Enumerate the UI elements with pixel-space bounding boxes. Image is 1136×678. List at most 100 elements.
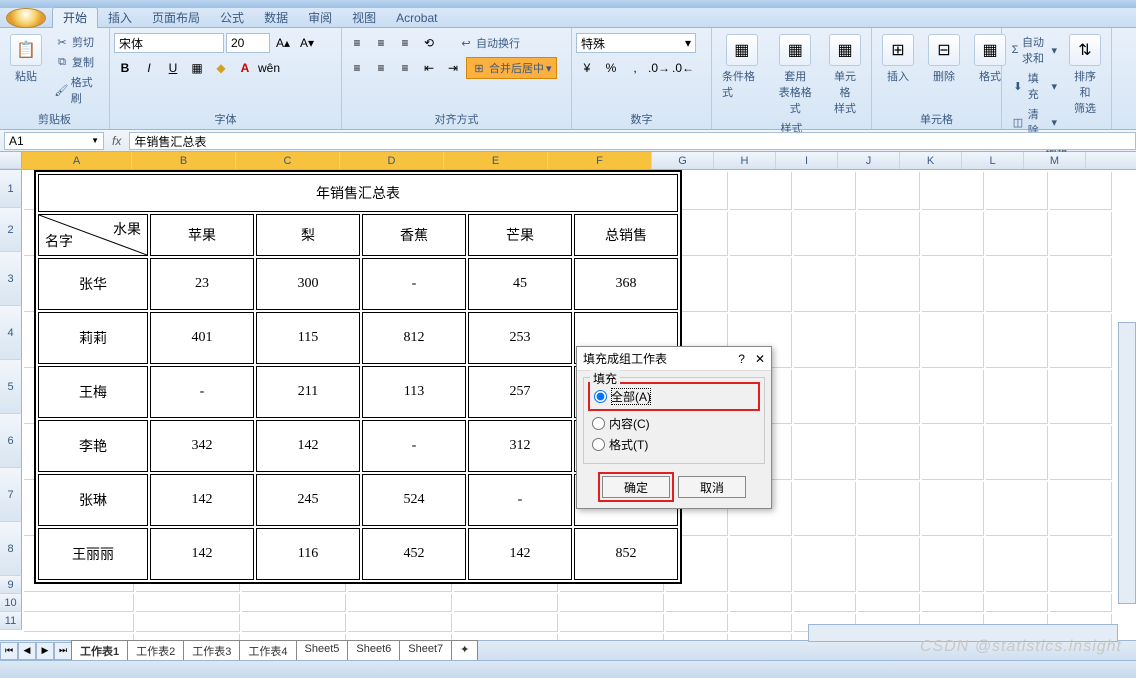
row-name-cell[interactable]: 王丽丽 (38, 528, 148, 580)
font-size-combo[interactable]: 20 (226, 33, 270, 53)
row-header-8[interactable]: 8 (0, 522, 22, 576)
data-cell[interactable]: 113 (362, 366, 466, 418)
col-header-F[interactable]: F (548, 152, 652, 169)
sheet-tab-Sheet7[interactable]: Sheet7 (399, 640, 452, 661)
percent-icon[interactable]: % (600, 58, 622, 78)
underline-button[interactable]: U (162, 58, 184, 78)
data-cell[interactable]: - (362, 420, 466, 472)
row-name-cell[interactable]: 李艳 (38, 420, 148, 472)
data-cell[interactable]: 452 (362, 528, 466, 580)
data-cell[interactable]: 142 (150, 474, 254, 526)
border-button[interactable]: ▦ (186, 58, 208, 78)
col-header-cell[interactable]: 芒果 (468, 214, 572, 256)
merge-center-button[interactable]: ⊞合并后居中▾ (466, 57, 557, 79)
col-header-J[interactable]: J (838, 152, 900, 169)
data-cell[interactable]: 812 (362, 312, 466, 364)
col-header-B[interactable]: B (132, 152, 236, 169)
row-header-11[interactable]: 11 (0, 612, 22, 630)
row-name-cell[interactable]: 张华 (38, 258, 148, 310)
ok-button[interactable]: 确定 (602, 476, 670, 498)
row-header-6[interactable]: 6 (0, 414, 22, 468)
conditional-format-button[interactable]: ▦条件格式 (716, 32, 768, 102)
orientation-icon[interactable]: ⟲ (418, 33, 440, 53)
align-right-icon[interactable]: ≡ (394, 58, 416, 78)
data-cell[interactable]: 245 (256, 474, 360, 526)
tab-公式[interactable]: 公式 (210, 8, 254, 28)
col-header-E[interactable]: E (444, 152, 548, 169)
align-top-icon[interactable]: ≡ (346, 33, 368, 53)
decrease-decimal-icon[interactable]: .0← (672, 58, 694, 78)
sheet-tab-Sheet6[interactable]: Sheet6 (347, 640, 400, 661)
tab-nav-prev[interactable]: ◀ (18, 642, 36, 660)
tab-审阅[interactable]: 审阅 (298, 8, 342, 28)
col-header-cell[interactable]: 总销售 (574, 214, 678, 256)
row-header-10[interactable]: 10 (0, 594, 22, 612)
office-button[interactable] (6, 8, 46, 28)
increase-font-icon[interactable]: A▴ (272, 33, 294, 53)
row-name-cell[interactable]: 莉莉 (38, 312, 148, 364)
data-cell[interactable]: 116 (256, 528, 360, 580)
row-header-5[interactable]: 5 (0, 360, 22, 414)
data-cell[interactable]: 852 (574, 528, 678, 580)
tab-Acrobat[interactable]: Acrobat (386, 8, 447, 28)
data-cell[interactable]: - (362, 258, 466, 310)
font-color-button[interactable]: A (234, 58, 256, 78)
new-sheet-tab[interactable]: ✦ (451, 640, 478, 661)
align-center-icon[interactable]: ≡ (370, 58, 392, 78)
increase-decimal-icon[interactable]: .0→ (648, 58, 670, 78)
data-cell[interactable]: 142 (256, 420, 360, 472)
data-cell[interactable]: 142 (150, 528, 254, 580)
sheet-tab-工作表1[interactable]: 工作表1 (71, 640, 128, 661)
data-cell[interactable]: 312 (468, 420, 572, 472)
radio-content[interactable]: 内容(C) (592, 413, 756, 434)
fx-icon[interactable]: fx (112, 134, 121, 148)
col-header-cell[interactable]: 梨 (256, 214, 360, 256)
sheet-tab-Sheet5[interactable]: Sheet5 (296, 640, 349, 661)
comma-icon[interactable]: , (624, 58, 646, 78)
select-all-corner[interactable] (0, 152, 22, 169)
col-header-C[interactable]: C (236, 152, 340, 169)
tab-nav-last[interactable]: ⏭ (54, 642, 72, 660)
diagonal-header[interactable]: 水果名字 (38, 214, 148, 256)
col-header-I[interactable]: I (776, 152, 838, 169)
italic-button[interactable]: I (138, 58, 160, 78)
tab-数据[interactable]: 数据 (254, 8, 298, 28)
col-header-G[interactable]: G (652, 152, 714, 169)
paste-button[interactable]: 📋 粘贴 (4, 32, 48, 86)
insert-cells-button[interactable]: ⊞插入 (876, 32, 920, 86)
col-header-cell[interactable]: 苹果 (150, 214, 254, 256)
row-name-cell[interactable]: 张琳 (38, 474, 148, 526)
tab-视图[interactable]: 视图 (342, 8, 386, 28)
data-cell[interactable]: 401 (150, 312, 254, 364)
number-format-combo[interactable]: 特殊▾ (576, 33, 696, 53)
sort-filter-button[interactable]: ⇅排序和 筛选 (1063, 32, 1107, 118)
row-header-9[interactable]: 9 (0, 576, 22, 594)
col-header-M[interactable]: M (1024, 152, 1086, 169)
align-bottom-icon[interactable]: ≡ (394, 33, 416, 53)
data-cell[interactable]: 524 (362, 474, 466, 526)
col-header-H[interactable]: H (714, 152, 776, 169)
row-header-4[interactable]: 4 (0, 306, 22, 360)
data-cell[interactable]: 45 (468, 258, 572, 310)
formula-input[interactable]: 年销售汇总表 (129, 132, 1136, 150)
phonetic-button[interactable]: wên (258, 58, 280, 78)
copy-button[interactable]: ⧉复制 (50, 52, 105, 72)
tab-插入[interactable]: 插入 (98, 8, 142, 28)
decrease-font-icon[interactable]: A▾ (296, 33, 318, 53)
sheet-tab-工作表4[interactable]: 工作表4 (239, 640, 296, 661)
fill-color-button[interactable]: ◆ (210, 58, 232, 78)
font-name-combo[interactable]: 宋体 (114, 33, 224, 53)
align-left-icon[interactable]: ≡ (346, 58, 368, 78)
data-cell[interactable]: 342 (150, 420, 254, 472)
col-header-cell[interactable]: 香蕉 (362, 214, 466, 256)
tab-开始[interactable]: 开始 (52, 7, 98, 28)
delete-cells-button[interactable]: ⊟删除 (922, 32, 966, 86)
data-cell[interactable]: 115 (256, 312, 360, 364)
row-header-7[interactable]: 7 (0, 468, 22, 522)
format-painter-button[interactable]: 🖌格式刷 (50, 72, 105, 108)
cell-styles-button[interactable]: ▦单元格 样式 (823, 32, 867, 118)
increase-indent-icon[interactable]: ⇥ (442, 58, 464, 78)
table-title[interactable]: 年销售汇总表 (38, 174, 678, 212)
col-header-L[interactable]: L (962, 152, 1024, 169)
cut-button[interactable]: ✂剪切 (50, 32, 105, 52)
